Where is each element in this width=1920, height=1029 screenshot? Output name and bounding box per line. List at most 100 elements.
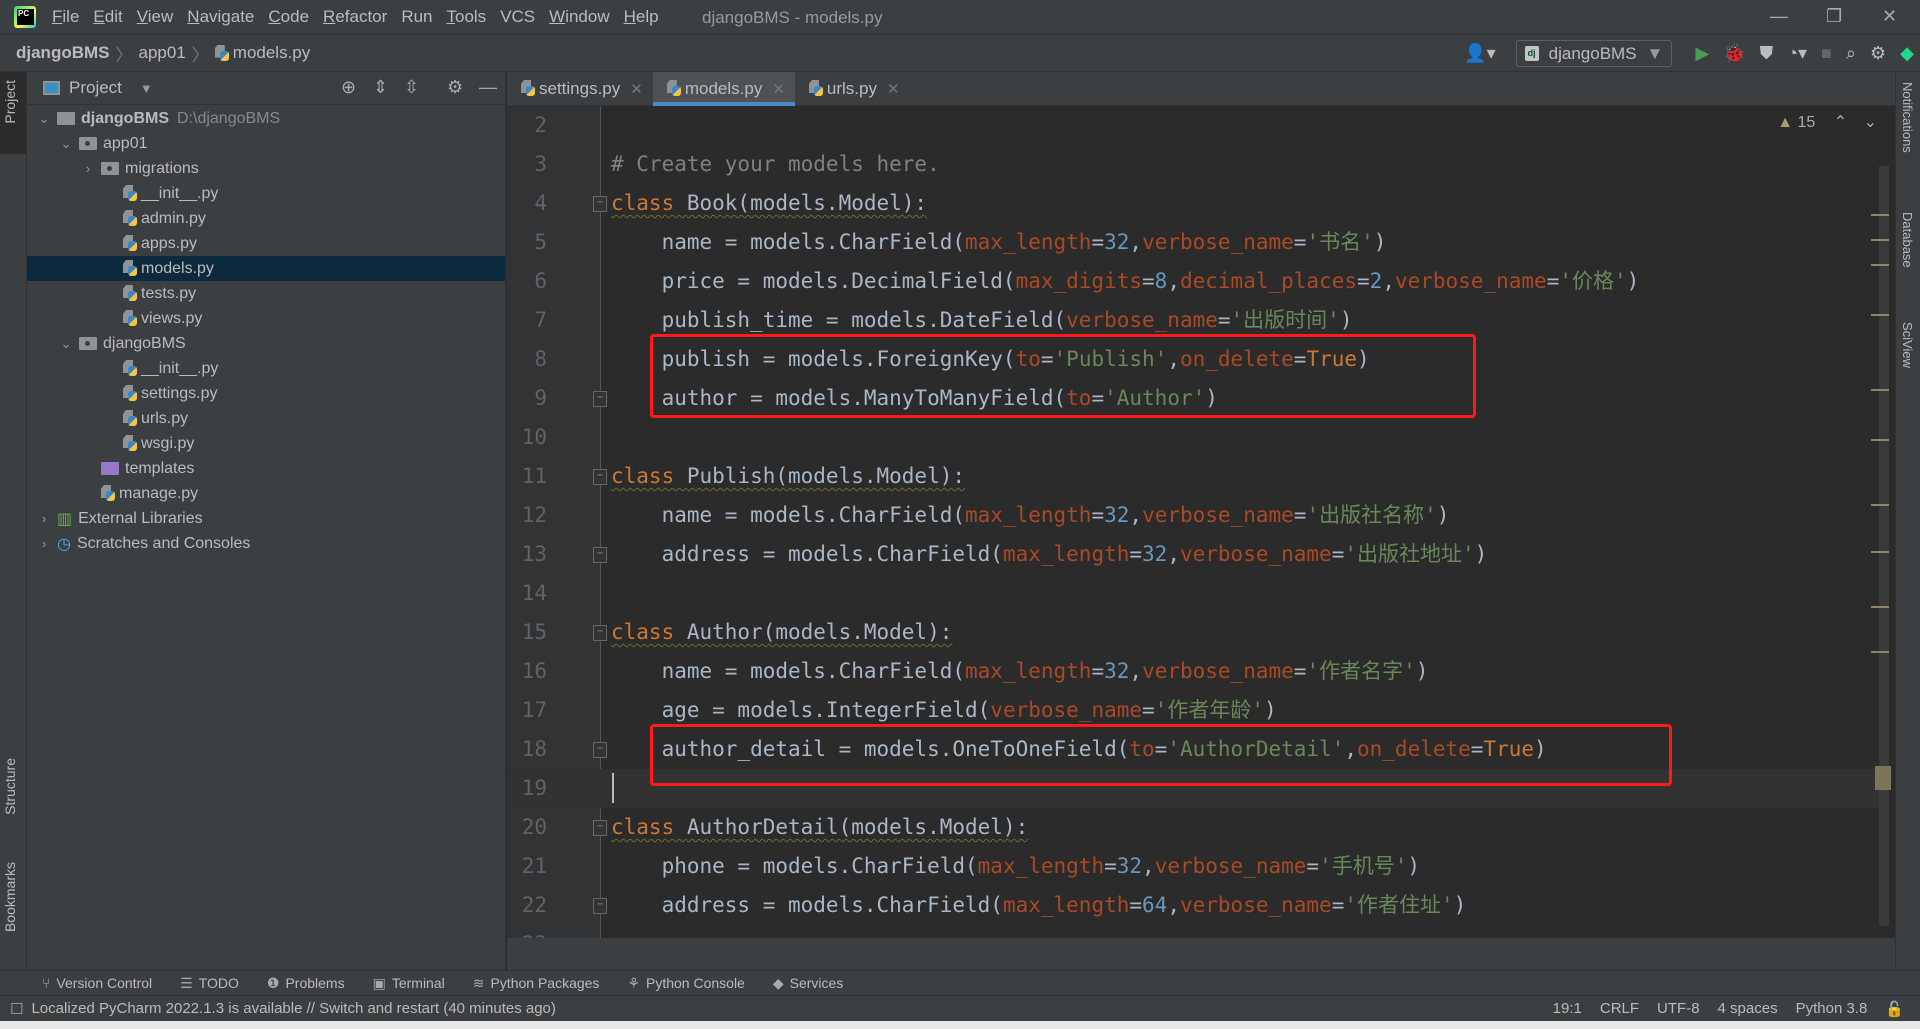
project-tool-tab[interactable]: Project xyxy=(0,72,26,154)
project-panel-title[interactable]: Project xyxy=(69,78,122,98)
error-stripe-mark[interactable] xyxy=(1871,504,1889,506)
menu-view[interactable]: View xyxy=(137,7,174,27)
fold-icon[interactable]: − xyxy=(593,898,607,914)
tree-item[interactable]: › ◷ Scratches and Consoles xyxy=(27,531,505,556)
gear-icon[interactable]: ⚙ xyxy=(1870,43,1886,64)
code-editor[interactable]: 2 3 # Create your models here. 4− class Book… xyxy=(507,106,1895,938)
error-stripe-mark[interactable] xyxy=(1871,239,1889,241)
code-line[interactable]: 23 xyxy=(507,925,1887,938)
code-line[interactable]: 3 # Create your models here. xyxy=(507,145,1887,184)
next-highlight-icon[interactable]: ⌄ xyxy=(1864,114,1877,131)
tree-item[interactable]: urls.py xyxy=(27,406,505,431)
menu-edit[interactable]: Edit xyxy=(93,7,122,27)
fold-icon[interactable]: − xyxy=(593,196,607,212)
menu-run[interactable]: Run xyxy=(401,7,432,27)
run-icon[interactable]: ▶ xyxy=(1695,43,1709,64)
code-with-me-icon[interactable]: ◆ xyxy=(1900,43,1914,64)
tree-item[interactable]: __init__.py xyxy=(27,181,505,206)
tree-item[interactable]: › migrations xyxy=(27,156,505,181)
tool-window-python-console[interactable]: ⚘ Python Console xyxy=(627,975,744,992)
indent-setting[interactable]: 4 spaces xyxy=(1718,1000,1778,1017)
breadcrumb-file[interactable]: models.py xyxy=(233,43,310,63)
close-tab-icon[interactable]: ✕ xyxy=(887,80,900,98)
menu-tools[interactable]: Tools xyxy=(447,7,487,27)
editor-tab[interactable]: settings.py ✕ xyxy=(507,72,653,105)
file-encoding[interactable]: UTF-8 xyxy=(1657,1000,1700,1017)
minimize-button[interactable]: — xyxy=(1770,6,1788,27)
tree-item[interactable]: ⌄ app01 xyxy=(27,131,505,156)
fold-icon[interactable]: − xyxy=(593,625,607,641)
locate-icon[interactable]: ⊕ xyxy=(341,77,356,98)
error-stripe-mark[interactable] xyxy=(1871,439,1889,441)
close-button[interactable]: ✕ xyxy=(1882,6,1897,27)
code-line[interactable]: 11 − class Publish(models.Model): xyxy=(507,457,1887,496)
fold-icon[interactable]: − xyxy=(593,547,607,563)
menu-navigate[interactable]: Navigate xyxy=(187,7,254,27)
menu-window[interactable]: Window xyxy=(549,7,609,27)
code-line[interactable]: 16 name = models.CharField(max_length=32… xyxy=(507,652,1887,691)
menu-refactor[interactable]: Refactor xyxy=(323,7,387,27)
chevron-down-icon[interactable]: ▼ xyxy=(140,81,153,96)
chevron-right-icon[interactable]: › xyxy=(37,511,51,526)
fold-icon[interactable]: − xyxy=(593,469,607,485)
code-line[interactable]: 6 price = models.DecimalField(max_digits… xyxy=(507,262,1887,301)
menu-help[interactable]: Help xyxy=(624,7,659,27)
breadcrumb-root[interactable]: djangoBMS xyxy=(16,43,110,63)
tool-window-terminal[interactable]: ▣ Terminal xyxy=(373,975,445,992)
code-line[interactable]: 12 name = models.CharField(max_length=32… xyxy=(507,496,1887,535)
lock-icon[interactable]: 🔓 xyxy=(1885,1000,1904,1018)
tool-window-todo[interactable]: ☰ TODO xyxy=(180,975,239,992)
editor-tab[interactable]: models.py ✕ xyxy=(652,72,795,106)
fold-icon[interactable]: − xyxy=(593,820,607,836)
tree-item[interactable]: manage.py xyxy=(27,481,505,506)
tree-item[interactable]: ⌄ djangoBMS D:\djangoBMS xyxy=(27,106,505,131)
tree-item[interactable]: settings.py xyxy=(27,381,505,406)
expand-all-icon[interactable]: ⇕ xyxy=(373,77,388,98)
stop-icon[interactable]: ■ xyxy=(1821,43,1832,64)
code-line[interactable]: 4 − class Book(models.Model): xyxy=(507,184,1887,223)
code-line[interactable]: 15 − class Author(models.Model): xyxy=(507,613,1887,652)
database-tool-tab[interactable]: Database xyxy=(1900,212,1915,268)
menu-code[interactable]: Code xyxy=(268,7,309,27)
editor-scrollbar[interactable] xyxy=(1871,166,1891,926)
chevron-right-icon[interactable]: › xyxy=(81,161,95,176)
tree-item[interactable]: wsgi.py xyxy=(27,431,505,456)
coverage-icon[interactable]: ⛊ xyxy=(1760,43,1774,64)
python-interpreter[interactable]: Python 3.8 xyxy=(1796,1000,1868,1017)
bookmarks-tool-tab[interactable]: Bookmarks xyxy=(2,862,18,932)
tree-item[interactable]: tests.py xyxy=(27,281,505,306)
tree-item[interactable]: ⌄ djangoBMS xyxy=(27,331,505,356)
code-line[interactable]: 5 name = models.CharField(max_length=32,… xyxy=(507,223,1887,262)
error-stripe-mark[interactable] xyxy=(1871,389,1889,391)
search-icon[interactable]: ⌕ xyxy=(1846,43,1856,64)
gear-icon[interactable]: ⚙ xyxy=(447,77,463,98)
tool-window-problems[interactable]: ❶ Problems xyxy=(267,975,345,992)
maximize-button[interactable]: ❐ xyxy=(1826,6,1842,27)
line-separator[interactable]: CRLF xyxy=(1600,1000,1639,1017)
close-tab-icon[interactable]: ✕ xyxy=(772,80,785,98)
close-tab-icon[interactable]: ✕ xyxy=(630,80,643,98)
menu-vcs[interactable]: VCS xyxy=(500,7,535,27)
tree-item[interactable]: models.py xyxy=(27,256,505,281)
notifications-tool-tab[interactable]: Notifications xyxy=(1900,82,1915,153)
error-stripe-mark[interactable] xyxy=(1871,551,1889,553)
chevron-down-icon[interactable]: ⌄ xyxy=(37,111,51,127)
previous-highlight-icon[interactable]: ⌃ xyxy=(1834,114,1847,131)
breadcrumb-app01[interactable]: app01 xyxy=(139,43,186,63)
tree-item[interactable]: templates xyxy=(27,456,505,481)
error-stripe-mark[interactable] xyxy=(1871,651,1889,653)
code-line[interactable]: 10 xyxy=(507,418,1887,457)
chevron-right-icon[interactable]: › xyxy=(37,536,51,551)
inspection-widget[interactable]: ▲ 15 ⌃ ⌄ xyxy=(1777,112,1877,132)
fold-icon[interactable]: − xyxy=(593,742,607,758)
tree-item[interactable]: › ▥ External Libraries xyxy=(27,506,505,531)
profile-icon[interactable]: ◔▾ xyxy=(1787,43,1807,64)
tool-window-version-control[interactable]: ⑂ Version Control xyxy=(42,975,152,991)
code-line[interactable]: 2 xyxy=(507,106,1887,145)
code-line[interactable]: 13 − address = models.CharField(max_lengt… xyxy=(507,535,1887,574)
code-line[interactable]: 14 xyxy=(507,574,1887,613)
tree-item[interactable]: apps.py xyxy=(27,231,505,256)
chevron-down-icon[interactable]: ⌄ xyxy=(59,336,73,352)
error-stripe-mark[interactable] xyxy=(1871,264,1889,266)
hide-panel-icon[interactable]: — xyxy=(479,77,497,98)
